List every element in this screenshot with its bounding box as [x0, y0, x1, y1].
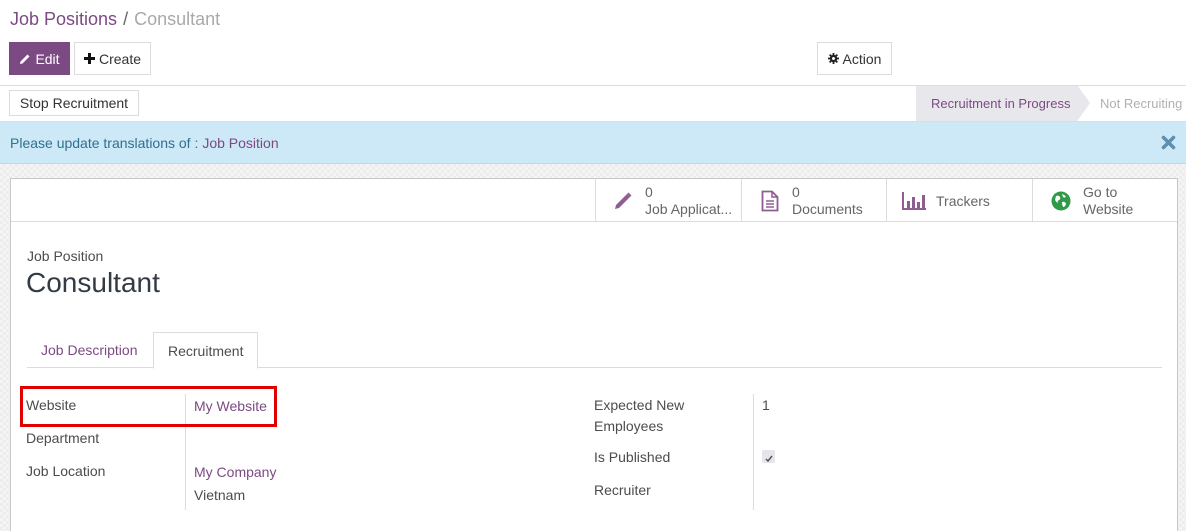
bar-chart-icon [902, 191, 926, 210]
documents-label: Documents [792, 200, 863, 217]
job-location-company[interactable]: My Company [194, 464, 276, 480]
statusbar: Stop Recruitment Recruitment in Progress… [0, 86, 1186, 122]
pencil-icon [19, 53, 31, 65]
breadcrumb: Job Positions / Consultant [10, 9, 220, 30]
pencil-icon [611, 191, 635, 211]
control-panel: Job Positions / Consultant Edit Create Act… [0, 0, 1186, 86]
website-highlight-box [20, 386, 277, 427]
trackers-button[interactable]: Trackers [886, 179, 1032, 222]
department-label: Department [26, 430, 100, 446]
stop-recruitment-button[interactable]: Stop Recruitment [9, 90, 139, 116]
job-location-country: Vietnam [194, 487, 246, 503]
documents-button[interactable]: 0 Documents [741, 179, 886, 222]
tab-job-description[interactable]: Job Description [27, 332, 153, 368]
gear-icon [827, 53, 839, 64]
go-to-website-button[interactable]: Go to Website [1032, 179, 1177, 222]
breadcrumb-separator: / [123, 9, 129, 29]
notebook-tabs: Job Description Recruitment [27, 332, 1162, 369]
create-button[interactable]: Create [74, 42, 151, 75]
tab-recruitment[interactable]: Recruitment [153, 332, 258, 369]
globe-icon [1049, 191, 1073, 211]
job-applications-button[interactable]: 0 Job Applicat... [595, 179, 741, 222]
job-applications-count: 0 [645, 183, 653, 200]
checkmark-icon [764, 449, 773, 465]
breadcrumb-current: Consultant [134, 9, 221, 29]
trackers-label: Trackers [936, 192, 990, 209]
edit-button[interactable]: Edit [9, 42, 70, 75]
plus-icon [83, 53, 95, 64]
edit-label: Edit [35, 50, 60, 67]
smart-button-box: 0 Job Applicat... 0 Documents Trackers Go … [11, 179, 1177, 222]
recruiter-label: Recruiter [594, 482, 651, 498]
go-to-website-line2: Website [1083, 200, 1134, 217]
create-label: Create [98, 50, 142, 67]
is-published-label: Is Published [594, 449, 671, 465]
expected-employees-label-line2: Employees [594, 418, 664, 434]
action-button[interactable]: Action [817, 42, 892, 75]
breadcrumb-job-positions[interactable]: Job Positions [10, 9, 117, 29]
job-location-label: Job Location [26, 463, 106, 479]
record-title: Consultant [26, 267, 160, 298]
document-icon [758, 190, 782, 212]
alert-text: Please update translations of : [10, 134, 199, 151]
job-applications-label: Job Applicat... [645, 200, 733, 217]
action-label: Action [842, 50, 882, 67]
stage-recruitment-in-progress[interactable]: Recruitment in Progress [916, 86, 1090, 121]
expected-employees-value[interactable]: 1 [762, 397, 770, 413]
stage-not-recruiting[interactable]: Not Recruiting [1100, 86, 1182, 121]
translation-alert: Please update translations of : Job Posi… [0, 122, 1186, 164]
alert-link-job-position[interactable]: Job Position [202, 135, 278, 151]
right-column-divider [753, 394, 754, 510]
is-published-checkbox[interactable] [762, 450, 775, 463]
go-to-website-line1: Go to [1083, 183, 1118, 200]
documents-count: 0 [792, 183, 800, 200]
record-type-label: Job Position [27, 248, 104, 264]
close-icon[interactable] [1161, 135, 1176, 153]
expected-employees-label-line1: Expected New [594, 397, 685, 413]
